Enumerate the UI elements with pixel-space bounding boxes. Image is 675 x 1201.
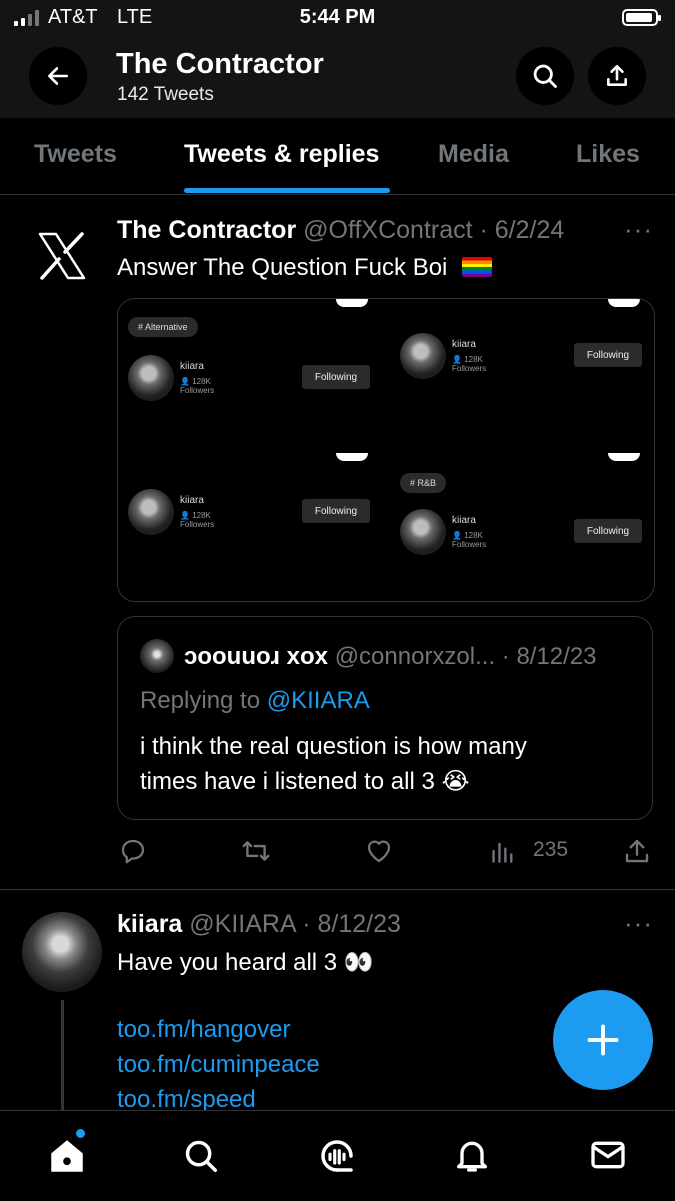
bell-icon [457,1141,487,1172]
nav-messages[interactable] [588,1135,628,1180]
handle-date[interactable]: @OffXContract · 6/2/24 [303,216,564,244]
tweet-header: kiiara @KIIARA · 8/12/23 [117,910,401,939]
compose-tweet-button[interactable] [553,990,653,1090]
tab-tweets[interactable]: Tweets [34,140,117,169]
artist-name: kiiara [180,361,204,372]
crop-circle [608,453,640,461]
spaces-icon [321,1140,353,1172]
crop-circle [336,453,368,461]
handle-date[interactable]: @KIIARA · 8/12/23 [189,910,401,938]
page-title: The Contractor [116,48,324,80]
active-tab-indicator [184,188,390,193]
tab-tweets-and-replies[interactable]: Tweets & replies [184,140,379,169]
artist-name: kiiara [452,339,476,350]
search-button[interactable] [516,47,574,105]
battery-icon [622,9,661,26]
share-icon [607,64,627,86]
followers-count: 👤 128K Followers [452,355,487,373]
clock: 5:44 PM [299,6,376,28]
share-icon [625,839,649,863]
followers-count: 👤 128K Followers [180,511,215,529]
following-button: Following [302,365,370,389]
mail-icon [591,1141,625,1169]
more-options-icon[interactable]: ··· [624,214,653,245]
share-tweet-button[interactable] [622,836,652,871]
crop-circle [608,299,640,307]
reply-icon [121,839,145,864]
author-name[interactable]: The Contractor [117,216,296,244]
genre-tag: # Alternative [128,317,198,337]
artist-avatar [128,489,174,535]
analytics-icon [492,842,513,863]
tweet-divider [0,889,675,890]
genre-tag: # R&B [400,473,447,493]
artist-avatar [128,355,174,401]
x-logo-avatar[interactable] [36,230,88,287]
kiiara-avatar[interactable] [22,912,102,992]
artist-avatar [400,509,446,555]
followers-count: 👤 128K Followers [180,377,215,395]
quoted-header: ɔoouuoɹ xox @connorxzol... · 8/12/23 [184,643,597,671]
tweet-text: Have you heard all 3 👀 [117,949,374,976]
following-button: Following [574,519,642,543]
retweet-icon [242,841,270,861]
x-logo-icon [38,232,86,280]
nav-notifications[interactable] [452,1135,492,1180]
link-cuminpeace[interactable]: too.fm/cuminpeace [117,1051,320,1079]
back-arrow-icon [48,67,68,85]
nav-home[interactable] [46,1129,88,1182]
plus-icon [587,1024,619,1056]
bottom-nav [0,1110,675,1201]
crop-circle [336,299,368,307]
tweet-text-content: Answer The Question Fuck Boi [117,254,448,281]
notification-dot [76,1129,85,1138]
profile-header: The Contractor 142 Tweets [0,38,675,118]
replying-prefix: Replying to [140,687,261,714]
retweet-button[interactable] [240,836,272,871]
nav-search[interactable] [182,1137,220,1180]
views-count: 235 [533,838,569,861]
tweet-media-image[interactable]: # Alternative kiiara 👤 128K Followers Fo… [117,298,655,602]
back-button[interactable] [29,47,87,105]
quoted-text-line1: i think the real question is how many [140,733,527,760]
status-bar: AT&T LTE 5:44 PM [0,0,675,38]
artist-name: kiiara [180,495,204,506]
tweet-count: 142 Tweets [117,84,214,105]
nav-spaces[interactable] [316,1135,358,1182]
tab-likes[interactable]: Likes [576,140,640,169]
quoted-tweet[interactable]: ɔoouuoɹ xox @connorxzol... · 8/12/23 Rep… [117,616,653,820]
quoted-author-avatar[interactable] [140,639,174,673]
share-button[interactable] [588,47,646,105]
artist-name: kiiara [452,515,476,526]
quoted-text-line2: times have i listened to all 3 😭 [140,768,470,795]
profile-tabs: Tweets Tweets & replies Media Likes [0,118,675,195]
thread-line [61,1000,64,1110]
tweet-header: The Contractor @OffXContract · 6/2/24 [117,216,564,245]
tab-media[interactable]: Media [438,140,509,169]
tweet-actions: 235 [0,832,675,872]
rainbow-flag-emoji [462,257,493,277]
more-options-icon[interactable]: ··· [624,908,653,939]
link-hangover[interactable]: too.fm/hangover [117,1016,290,1044]
quoted-author-name: ɔoouuoɹ xox [184,643,329,670]
following-button: Following [574,343,642,367]
replying-handle-link[interactable]: @KIIARA [267,687,370,714]
following-button: Following [302,499,370,523]
views-button[interactable] [490,836,516,871]
search-icon [185,1140,217,1172]
replying-to: Replying to @KIIARA [140,687,370,715]
heart-icon [367,840,391,863]
reply-button[interactable] [118,836,148,871]
author-name[interactable]: kiiara [117,910,182,938]
like-button[interactable] [364,836,394,871]
home-icon [51,1140,83,1172]
search-icon [533,64,557,88]
tweet-text: Answer The Question Fuck Boi [117,254,493,282]
artist-avatar [400,333,446,379]
followers-count: 👤 128K Followers [452,531,487,549]
quoted-handle-date: @connorxzol... · 8/12/23 [334,643,597,670]
